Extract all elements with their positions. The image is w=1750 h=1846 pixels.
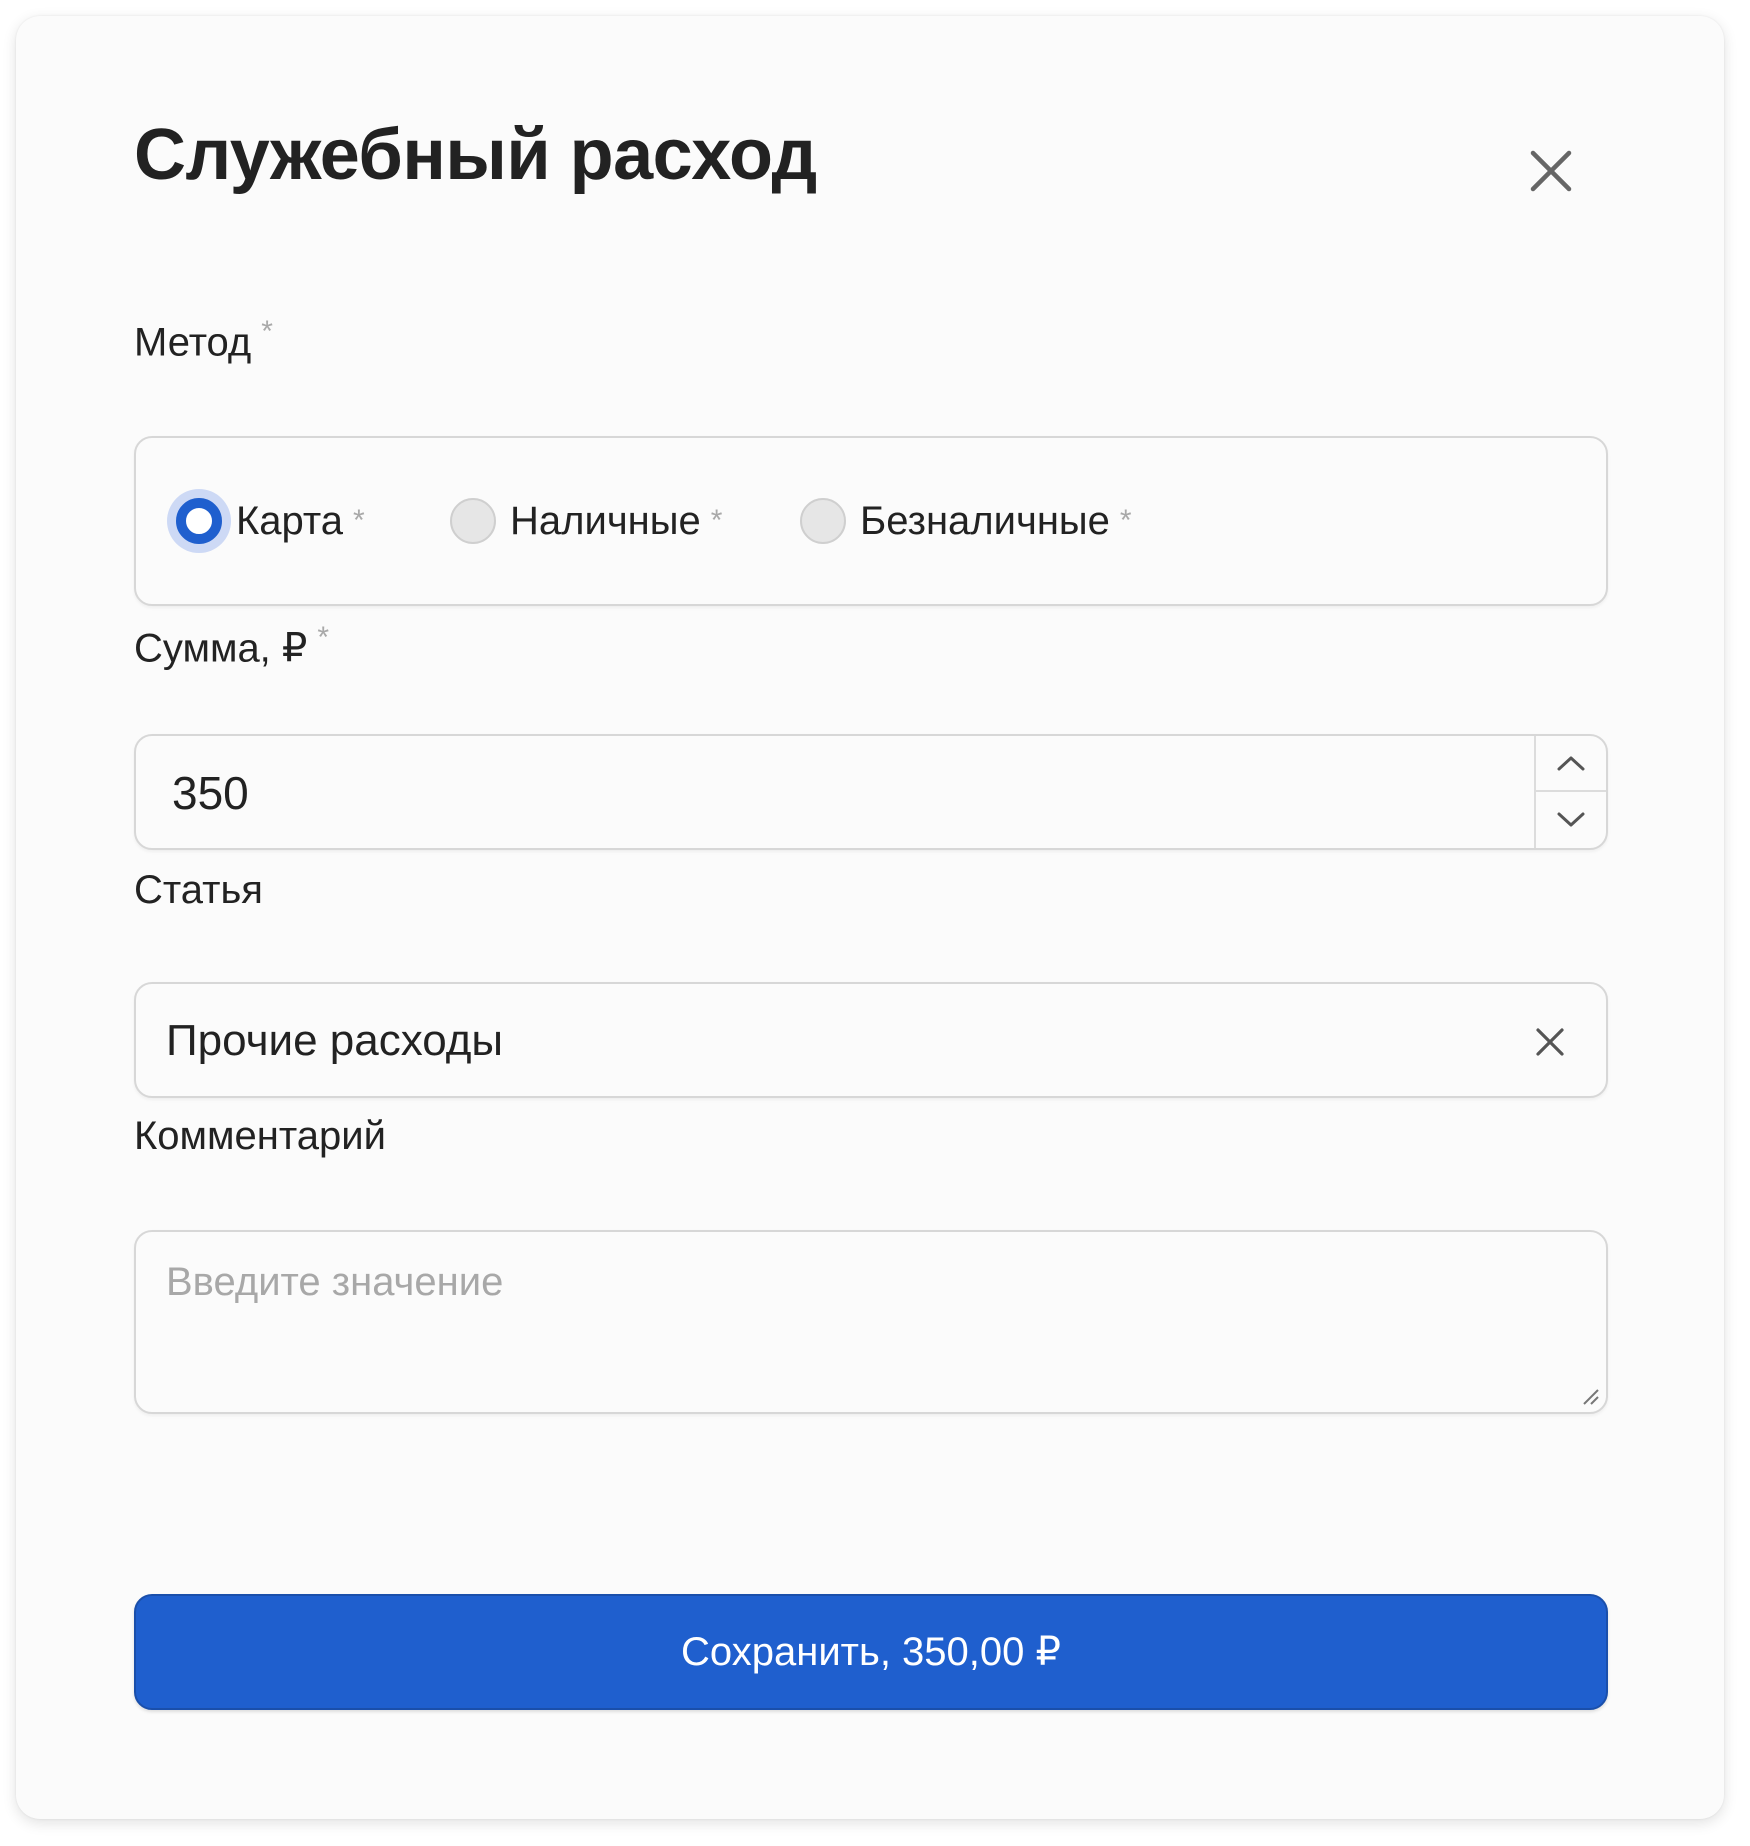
chevron-up-icon [1557,756,1585,771]
close-button[interactable] [1516,136,1586,206]
comment-label: Комментарий [134,1114,386,1158]
radio-card-circle[interactable] [176,498,222,544]
method-radio-group: Карта * Наличные * Безналичные * [134,436,1608,606]
comment-field [134,1230,1608,1414]
required-mark: * [1119,504,1132,537]
quantity-stepper [1534,736,1606,848]
required-mark: * [353,504,365,537]
required-mark: * [710,504,723,537]
article-select[interactable]: Прочие расходы [134,982,1608,1098]
radio-cashless-label: Безналичные [860,498,1110,543]
article-value: Прочие расходы [166,1016,504,1065]
close-icon [1530,150,1572,192]
amount-label: Сумма, ₽ * [134,620,329,672]
save-button[interactable]: Сохранить, 350,00 ₽ [134,1594,1608,1710]
increment-button[interactable] [1536,736,1606,792]
radio-cash[interactable]: Наличные * [450,498,722,544]
radio-cash-label: Наличные [510,498,701,543]
clear-icon [1536,1028,1564,1056]
amount-value: 350 [172,767,249,819]
radio-card[interactable]: Карта * [176,498,365,544]
chevron-down-icon [1557,812,1585,827]
article-label: Статья [134,868,263,912]
resize-handle-icon[interactable] [1578,1384,1600,1406]
radio-cashless[interactable]: Безналичные * [800,498,1132,544]
amount-label-text: Сумма, ₽ [134,626,308,671]
required-mark: * [317,621,330,654]
required-mark: * [261,315,273,348]
method-label: Метод * [134,314,273,366]
amount-input[interactable]: 350 [134,734,1608,850]
expense-modal: Служебный расход Метод * Карта * Наличные *… [16,16,1724,1819]
radio-cash-circle[interactable] [450,498,496,544]
decrement-button[interactable] [1536,792,1606,848]
radio-card-label: Карта [236,498,344,543]
radio-cashless-circle[interactable] [800,498,846,544]
method-label-text: Метод [134,320,252,365]
comment-textarea[interactable] [136,1232,1606,1412]
modal-title: Служебный расход [134,115,817,195]
article-clear-button[interactable] [1522,1014,1578,1070]
